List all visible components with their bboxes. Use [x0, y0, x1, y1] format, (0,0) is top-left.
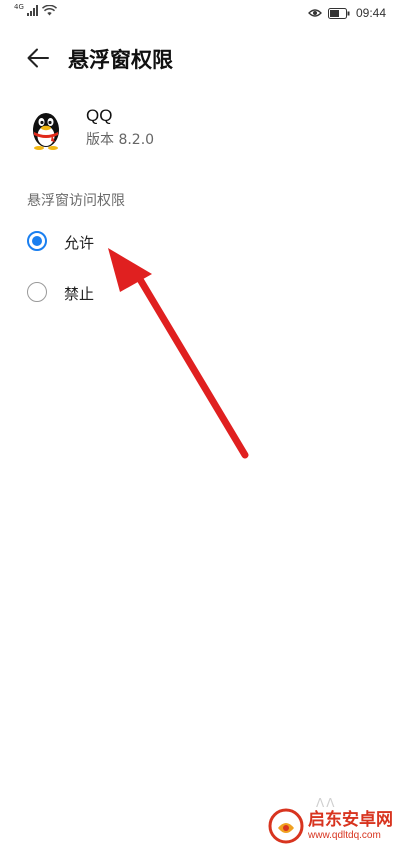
- annotation-arrow: [108, 248, 249, 459]
- watermark-logo-icon: [268, 808, 304, 844]
- watermark-text: 启东安卓网 www.qdltdq.com: [308, 809, 393, 842]
- watermark: 启东安卓网 www.qdltdq.com: [268, 808, 393, 844]
- watermark-url: www.qdltdq.com: [308, 829, 381, 841]
- watermark-title: 启东安卓网: [308, 809, 393, 830]
